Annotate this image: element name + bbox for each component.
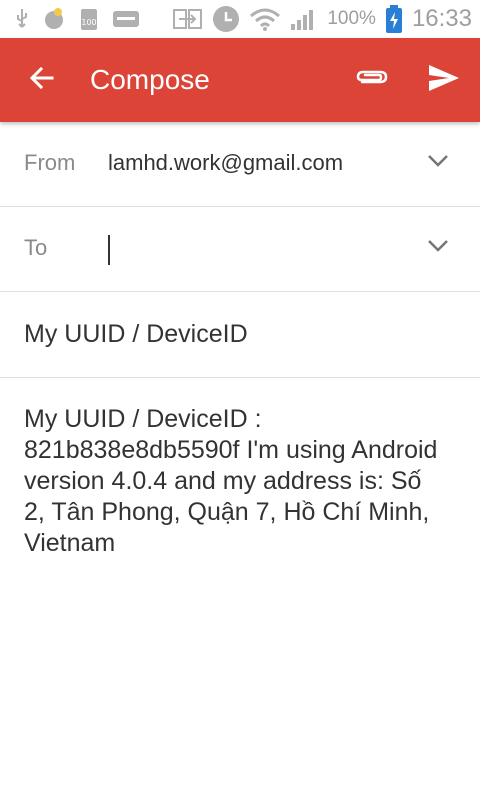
subject-row[interactable]: My UUID / DeviceID bbox=[0, 292, 480, 378]
send-button[interactable] bbox=[422, 58, 466, 102]
message-body[interactable]: My UUID / DeviceID : 821b838e8db5590f I'… bbox=[24, 404, 444, 559]
from-label: From bbox=[24, 150, 76, 175]
paperclip-icon bbox=[354, 66, 390, 94]
battery-percent: 100% bbox=[327, 8, 376, 29]
wifi-icon bbox=[249, 6, 281, 32]
usb-icon bbox=[14, 7, 30, 31]
subject-input[interactable]: My UUID / DeviceID bbox=[24, 320, 248, 349]
svg-text:100: 100 bbox=[81, 18, 96, 27]
signal-icon bbox=[289, 6, 319, 32]
status-bar-left: 100 bbox=[14, 6, 140, 32]
alarm-icon bbox=[211, 4, 241, 34]
to-row[interactable]: To bbox=[0, 207, 480, 292]
keyboard-icon bbox=[112, 8, 140, 30]
to-input[interactable] bbox=[106, 227, 406, 271]
app-bar: Compose bbox=[0, 38, 480, 122]
attach-button[interactable] bbox=[350, 60, 394, 100]
battery-saver-icon: 100 bbox=[78, 6, 100, 32]
arrow-back-icon bbox=[28, 64, 56, 96]
text-cursor bbox=[108, 235, 110, 265]
back-button[interactable] bbox=[22, 60, 62, 100]
status-bar-right: 100% 16:33 bbox=[173, 4, 472, 34]
send-icon bbox=[427, 63, 461, 97]
chevron-down-icon bbox=[427, 153, 449, 172]
from-dropdown-button[interactable] bbox=[424, 148, 452, 176]
notification-icon bbox=[42, 7, 66, 31]
status-time: 16:33 bbox=[411, 5, 472, 32]
status-bar: 100 100% 16:33 bbox=[0, 0, 480, 38]
to-expand-button[interactable] bbox=[424, 233, 452, 261]
battery-icon bbox=[384, 4, 404, 34]
page-title: Compose bbox=[90, 64, 210, 95]
from-row[interactable]: From lamhd.work@gmail.com bbox=[0, 122, 480, 207]
to-label: To bbox=[24, 235, 48, 260]
from-account[interactable]: lamhd.work@gmail.com bbox=[108, 150, 343, 176]
chevron-down-icon bbox=[427, 238, 449, 257]
screen-mirror-icon bbox=[173, 7, 203, 31]
